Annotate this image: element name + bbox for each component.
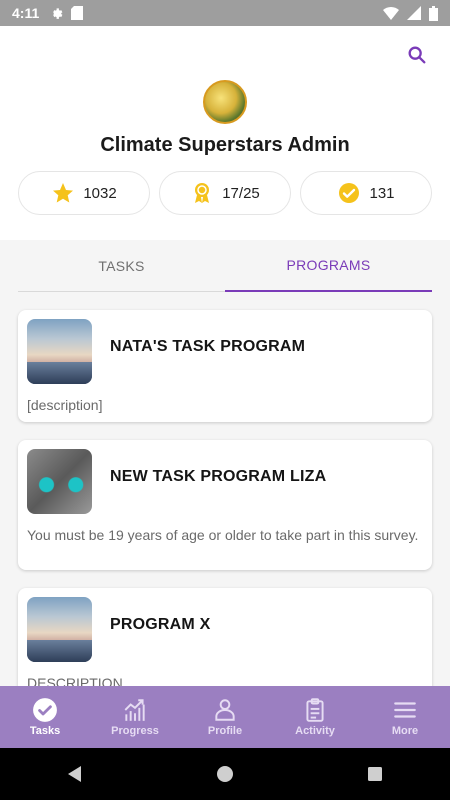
program-thumbnail <box>27 449 92 514</box>
chart-icon <box>124 699 145 721</box>
avatar <box>203 80 247 124</box>
wifi-icon <box>383 7 399 20</box>
nav-label: More <box>391 725 419 737</box>
program-description: You must be 19 years of age or older to … <box>27 527 419 543</box>
home-icon[interactable] <box>215 764 235 784</box>
stars-count: 1032 <box>83 184 117 202</box>
award-badge-icon <box>195 183 210 203</box>
nav-tasks[interactable]: Tasks <box>0 686 90 748</box>
check-circle-icon <box>339 183 360 203</box>
program-title: NATA'S TASK PROGRAM <box>110 338 306 355</box>
completed-stat[interactable]: 131 <box>300 171 432 215</box>
program-description: [description] <box>27 397 103 413</box>
nav-more[interactable]: More <box>360 686 450 748</box>
program-thumbnail <box>27 319 92 384</box>
profile-header: Climate Superstars Admin 1032 17/25 131 <box>0 26 450 240</box>
search-button[interactable] <box>406 44 430 68</box>
recents-icon[interactable] <box>365 764 385 784</box>
check-circle-icon <box>33 698 57 722</box>
stars-stat[interactable]: 1032 <box>18 171 150 215</box>
status-bar: 4:11 <box>0 0 450 26</box>
settings-icon <box>53 8 63 19</box>
sd-card-icon <box>71 6 84 20</box>
status-time: 4:11 <box>12 5 40 21</box>
person-icon <box>215 699 235 721</box>
program-title: NEW TASK PROGRAM LIZA <box>110 468 327 485</box>
tab-programs[interactable]: PROGRAMS <box>225 240 432 292</box>
signal-icon <box>407 6 421 20</box>
tab-bar: TASKS PROGRAMS <box>0 240 450 292</box>
system-navigation-bar <box>0 748 450 800</box>
nav-label: Activity <box>295 725 335 737</box>
program-card[interactable]: NEW TASK PROGRAM LIZA You must be 19 yea… <box>18 440 432 570</box>
clipboard-icon <box>306 698 324 722</box>
nav-activity[interactable]: Activity <box>270 686 360 748</box>
nav-profile[interactable]: Profile <box>180 686 270 748</box>
nav-label: Profile <box>207 725 243 737</box>
tab-tasks[interactable]: TASKS <box>18 240 225 292</box>
nav-label: Tasks <box>29 725 61 737</box>
program-list: NATA'S TASK PROGRAM [description] NEW TA… <box>0 292 450 686</box>
program-card[interactable]: PROGRAM X DESCRIPTION <box>18 588 432 686</box>
back-icon[interactable] <box>65 764 85 784</box>
search-icon <box>408 46 426 64</box>
menu-icon <box>394 702 416 718</box>
battery-icon <box>429 5 438 21</box>
page-title: Climate Superstars Admin <box>100 134 350 156</box>
program-thumbnail <box>27 597 92 662</box>
star-icon <box>53 183 74 203</box>
stats-row: 1032 17/25 131 <box>18 171 432 215</box>
program-title: PROGRAM X <box>110 616 211 633</box>
completed-count: 131 <box>369 184 395 202</box>
nav-progress[interactable]: Progress <box>90 686 180 748</box>
badges-count: 17/25 <box>222 184 260 202</box>
program-description: DESCRIPTION <box>27 675 123 686</box>
program-card[interactable]: NATA'S TASK PROGRAM [description] <box>18 310 432 422</box>
badges-stat[interactable]: 17/25 <box>159 171 291 215</box>
nav-label: Progress <box>111 725 159 737</box>
bottom-navigation: Tasks Progress Profile Activity More <box>0 686 450 748</box>
